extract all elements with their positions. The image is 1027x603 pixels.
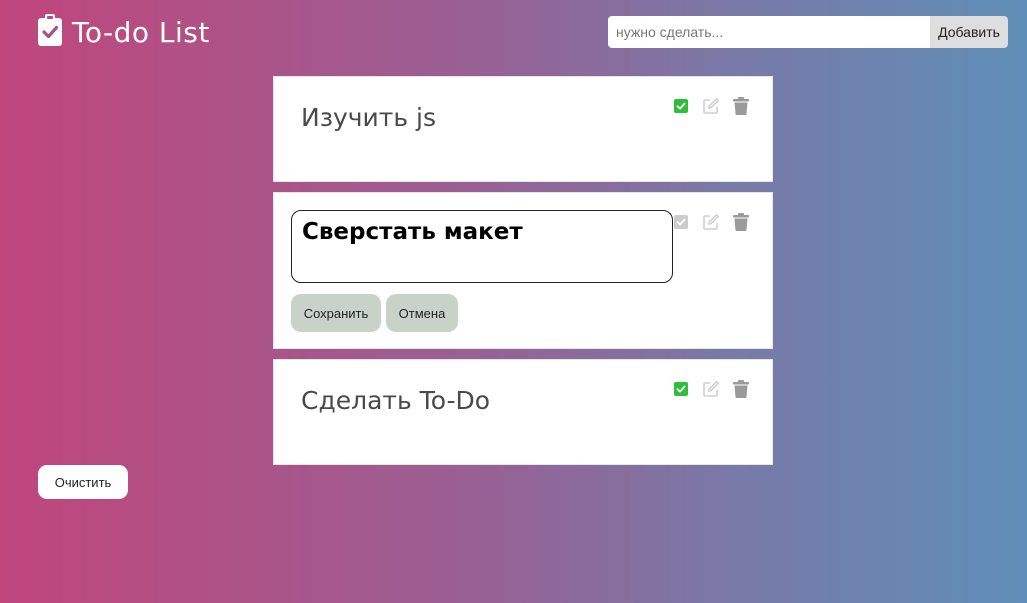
new-task-input[interactable] xyxy=(608,16,930,48)
task-card: Сделать To-Do xyxy=(273,359,773,465)
task-card: Изучить js xyxy=(273,76,773,182)
task-actions xyxy=(670,95,752,117)
edit-icon[interactable] xyxy=(700,378,722,400)
trash-icon[interactable] xyxy=(730,378,752,400)
task-card-editing: Сверстать макет Сохранить Отмена xyxy=(273,192,773,349)
trash-icon[interactable] xyxy=(730,211,752,233)
edit-icon[interactable] xyxy=(700,211,722,233)
cancel-button[interactable]: Отмена xyxy=(386,294,458,332)
check-icon[interactable] xyxy=(670,378,692,400)
task-actions xyxy=(670,211,752,233)
add-button[interactable]: Добавить xyxy=(930,16,1008,48)
clear-button[interactable]: Очистить xyxy=(38,465,128,499)
edit-icon[interactable] xyxy=(700,95,722,117)
app-title: To-do List xyxy=(72,15,210,49)
add-task-form: Добавить xyxy=(608,16,1008,48)
task-edit-field[interactable]: Сверстать макет xyxy=(291,210,673,283)
check-icon[interactable] xyxy=(670,95,692,117)
task-text: Изучить js xyxy=(301,103,437,132)
edit-buttons: Сохранить Отмена xyxy=(291,294,458,332)
check-icon[interactable] xyxy=(670,211,692,233)
save-button[interactable]: Сохранить xyxy=(291,294,381,332)
trash-icon[interactable] xyxy=(730,95,752,117)
task-text: Сделать To-Do xyxy=(301,386,491,415)
clipboard-check-icon xyxy=(38,14,62,51)
task-actions xyxy=(670,378,752,400)
task-list: Изучить js Сверстать макет Сохранить Отм… xyxy=(273,76,773,475)
app-header: To-do List xyxy=(38,14,210,51)
